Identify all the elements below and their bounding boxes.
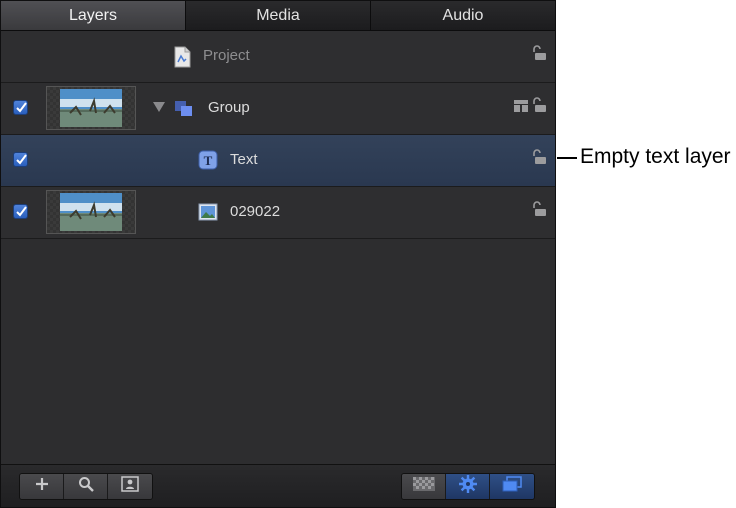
- image-layer-icon: [198, 203, 218, 226]
- right-button-group: [401, 473, 535, 500]
- transparency-button[interactable]: [402, 474, 446, 499]
- isolate-button[interactable]: [108, 474, 152, 499]
- layers-panel: Layers Media Audio Project Group T Text …: [0, 0, 556, 508]
- lock-icon[interactable]: [531, 45, 547, 66]
- layers-icon: [501, 476, 523, 497]
- group-enable-checkbox[interactable]: [13, 100, 28, 115]
- behaviors-button[interactable]: [446, 474, 490, 499]
- disclosure-triangle-icon[interactable]: [153, 102, 165, 112]
- gear-icon: [458, 475, 477, 498]
- tab-layers[interactable]: Layers: [1, 1, 186, 30]
- mask-icon[interactable]: [513, 99, 529, 118]
- search-button[interactable]: [64, 474, 108, 499]
- lock-icon[interactable]: [531, 149, 547, 170]
- project-document-icon: [173, 46, 191, 73]
- group-thumbnail: [46, 86, 136, 130]
- tab-bar: Layers Media Audio: [1, 1, 555, 31]
- bottom-toolbar: [1, 464, 555, 507]
- layer-row-project[interactable]: Project: [1, 31, 555, 83]
- callout-label: Empty text layer: [580, 145, 731, 168]
- search-icon: [78, 476, 94, 497]
- layers-view-button[interactable]: [490, 474, 534, 499]
- add-icon: [35, 477, 49, 496]
- layer-row-group[interactable]: Group: [1, 83, 555, 135]
- image-enable-checkbox[interactable]: [13, 204, 28, 219]
- portrait-icon: [121, 476, 139, 497]
- svg-text:T: T: [204, 153, 213, 168]
- left-button-group: [19, 473, 153, 500]
- tab-media[interactable]: Media: [186, 1, 371, 30]
- callout-line: [557, 157, 577, 159]
- layer-row-text[interactable]: T Text: [1, 135, 555, 187]
- layer-label-project: Project: [203, 47, 250, 64]
- layer-label-text: Text: [230, 151, 258, 168]
- layer-label-image: 029022: [230, 203, 281, 220]
- add-button[interactable]: [20, 474, 64, 499]
- text-enable-checkbox[interactable]: [13, 152, 28, 167]
- lock-icon[interactable]: [531, 201, 547, 222]
- layer-label-group: Group: [208, 99, 250, 116]
- image-thumbnail: [46, 190, 136, 234]
- layers-list: Project Group T Text 029022: [1, 31, 555, 239]
- checkerboard-icon: [412, 477, 435, 496]
- group-stack-icon: [174, 100, 194, 123]
- layer-row-image[interactable]: 029022: [1, 187, 555, 239]
- lock-icon[interactable]: [531, 97, 547, 118]
- tab-audio[interactable]: Audio: [371, 1, 555, 30]
- text-layer-icon: T: [198, 150, 218, 175]
